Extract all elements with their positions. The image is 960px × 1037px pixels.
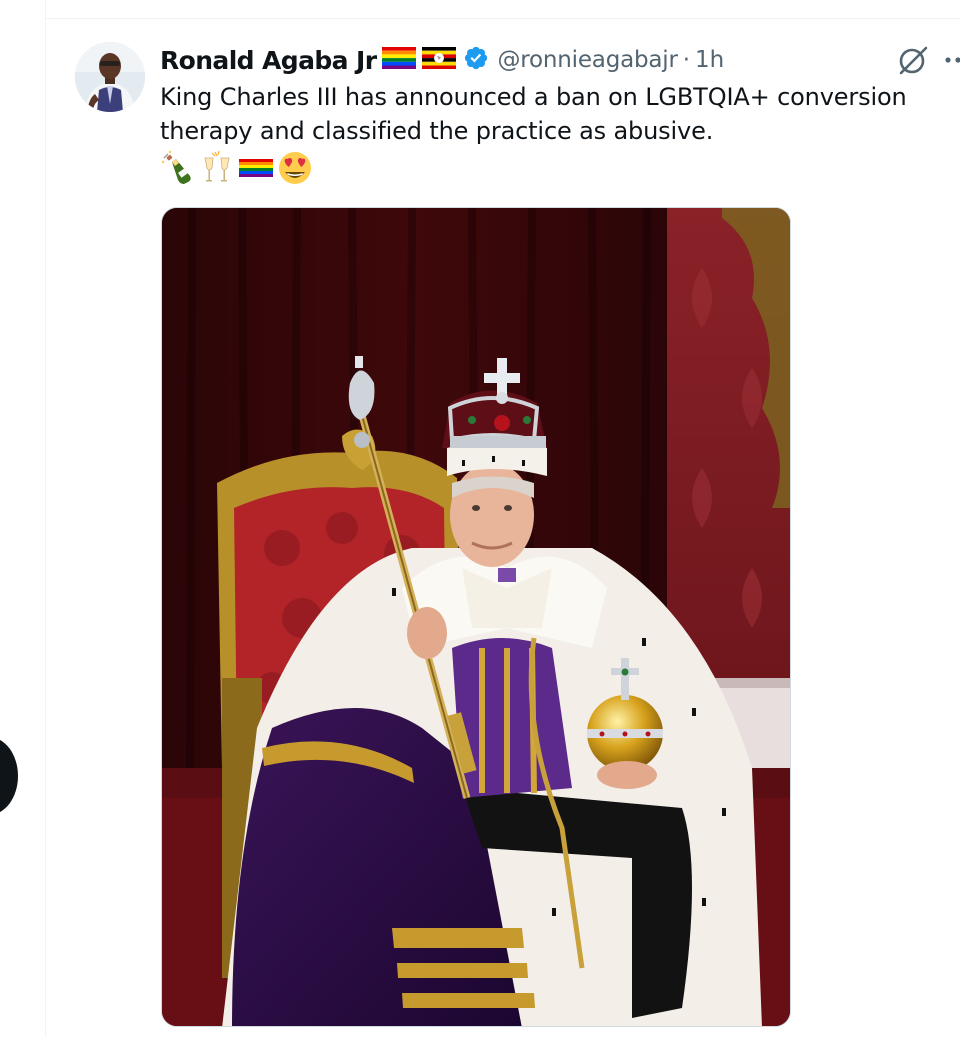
bottle-with-popping-cork-icon xyxy=(160,150,196,190)
rainbow-flag-icon xyxy=(382,47,417,73)
avatar-photo xyxy=(75,42,145,112)
rainbow-flag-icon xyxy=(238,150,274,190)
tweet-text-line: therapy and classified the practice as a… xyxy=(160,117,714,145)
tweet-text: King Charles III has announced a ban on … xyxy=(160,80,950,148)
tweet-media-photo[interactable] xyxy=(161,207,791,1027)
tweet-text-line: King Charles III has announced a ban on … xyxy=(160,83,907,111)
tweet-timestamp[interactable]: 1h xyxy=(695,47,724,73)
tweet-header: Ronald Agaba Jr @ronnieagabajr · 1h xyxy=(160,40,960,80)
tweet-divider xyxy=(45,18,960,19)
author-name[interactable]: Ronald Agaba Jr xyxy=(160,46,377,75)
clinking-glasses-icon xyxy=(199,150,235,190)
author-handle[interactable]: @ronnieagabajr xyxy=(497,47,677,73)
coronation-portrait xyxy=(162,208,790,1026)
more-icon[interactable] xyxy=(943,50,960,70)
tweet-page: Ronald Agaba Jr @ronnieagabajr · 1h King… xyxy=(0,0,960,1037)
heart-eyes-face-icon xyxy=(277,150,313,190)
grok-icon[interactable] xyxy=(895,44,931,76)
floating-nav-button[interactable] xyxy=(0,737,18,815)
verified-badge-icon[interactable] xyxy=(463,45,489,75)
column-divider xyxy=(45,0,46,1037)
meta-separator: · xyxy=(682,47,691,73)
avatar[interactable] xyxy=(75,42,145,112)
uganda-flag-icon xyxy=(422,47,457,73)
emoji-row xyxy=(160,150,313,190)
